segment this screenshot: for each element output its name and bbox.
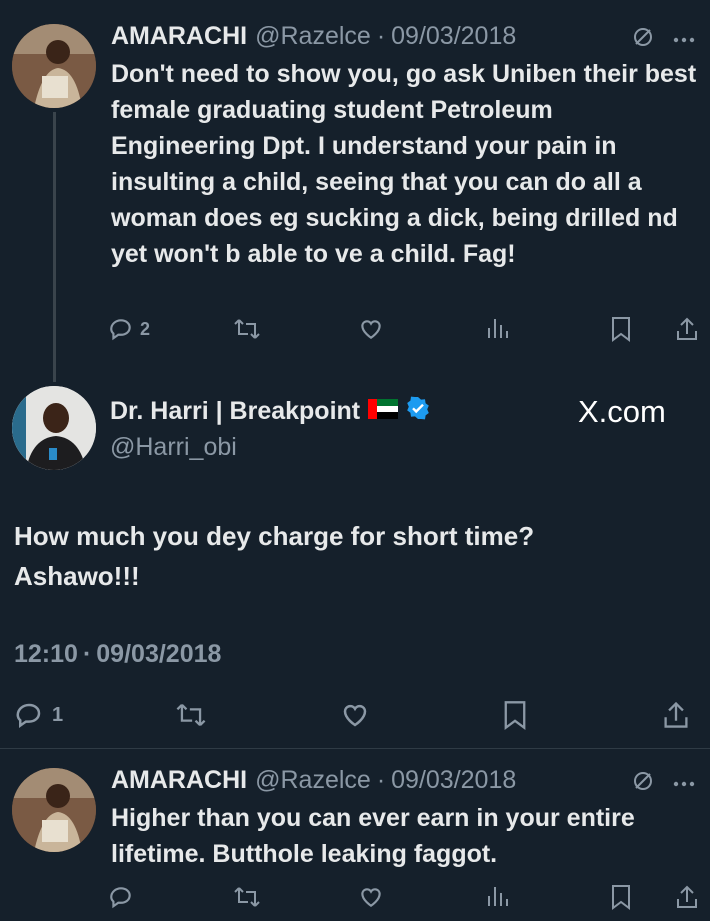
tweet3-date[interactable]: 09/03/2018 xyxy=(391,766,516,795)
reply-count: 2 xyxy=(140,318,151,339)
tweet3-top-actions xyxy=(632,770,696,797)
like-button[interactable] xyxy=(358,316,384,342)
tweet1-action-bar: 2 xyxy=(108,316,703,356)
reply-icon xyxy=(16,703,41,729)
tweet1-author-name[interactable]: AMARACHI xyxy=(111,22,247,51)
more-icon[interactable] xyxy=(672,775,696,793)
tweet1-header: AMARACHI @Razelce · 09/03/2018 xyxy=(111,22,516,51)
tweet3-text: Higher than you can ever earn in your en… xyxy=(111,804,635,868)
share-button[interactable] xyxy=(675,884,699,910)
divider xyxy=(0,748,710,749)
main-tweet-timestamp[interactable]: 12:10 · 09/03/2018 xyxy=(14,640,221,669)
reply-icon xyxy=(110,319,131,341)
flag-icon xyxy=(368,397,399,426)
main-tweet-action-bar: 1 xyxy=(14,700,704,740)
share-icon xyxy=(677,317,697,340)
grok-icon[interactable] xyxy=(632,26,654,53)
like-icon xyxy=(361,888,381,907)
reply-icon xyxy=(110,887,131,909)
tweet3-header: AMARACHI @Razelce · 09/03/2018 xyxy=(111,766,516,795)
views-icon xyxy=(488,887,508,906)
x-watermark: X.com xyxy=(578,394,666,429)
main-tweet-date: 09/03/2018 xyxy=(96,640,222,668)
bookmark-icon xyxy=(612,885,630,910)
main-tweet-text-line2: Ashawo!!! xyxy=(14,561,140,591)
tweet1-text: Don't need to show you, go ask Uniben th… xyxy=(111,60,697,268)
share-button[interactable] xyxy=(675,316,699,342)
separator-dot: · xyxy=(376,22,386,50)
share-icon xyxy=(677,885,697,908)
verified-badge-icon xyxy=(406,396,430,427)
reply-button[interactable]: 1 xyxy=(14,700,63,730)
tweet1-top-actions xyxy=(632,26,696,53)
separator-dot: · xyxy=(376,766,386,794)
retweet-icon xyxy=(234,887,260,907)
retweet-icon xyxy=(176,703,206,727)
views-icon xyxy=(488,319,508,338)
thread-connector-line xyxy=(53,112,56,382)
share-button[interactable] xyxy=(662,700,690,730)
tweet3-author-handle[interactable]: @Razelce xyxy=(255,766,371,795)
avatar-amarachi[interactable] xyxy=(12,24,96,108)
tweet1-date[interactable]: 09/03/2018 xyxy=(391,22,516,51)
retweet-button[interactable] xyxy=(174,700,208,730)
tweet1-author-handle[interactable]: @Razelce xyxy=(255,22,371,51)
reply-count: 1 xyxy=(52,703,64,726)
grok-icon[interactable] xyxy=(632,770,654,797)
views-button[interactable] xyxy=(486,316,508,340)
share-icon xyxy=(664,701,688,728)
like-icon xyxy=(361,320,381,339)
bookmark-button[interactable] xyxy=(610,316,632,342)
tweet-thread: AMARACHI @Razelce · 09/03/2018 Don't nee… xyxy=(0,0,710,921)
main-tweet-author-handle[interactable]: @Harri_obi xyxy=(110,433,237,462)
reply-button[interactable] xyxy=(108,884,134,910)
bookmark-icon xyxy=(504,701,526,730)
avatar-amarachi[interactable] xyxy=(12,768,96,852)
like-button[interactable] xyxy=(358,884,384,910)
retweet-button[interactable] xyxy=(232,884,262,910)
main-tweet-author: Dr. Harri | Breakpoint xyxy=(110,396,430,427)
reply-button[interactable]: 2 xyxy=(108,316,150,342)
avatar-harri[interactable] xyxy=(12,386,96,470)
bookmark-icon xyxy=(612,317,630,342)
more-icon[interactable] xyxy=(672,31,696,49)
like-icon xyxy=(343,704,367,727)
main-tweet-author-name[interactable]: Dr. Harri | Breakpoint xyxy=(110,397,360,426)
retweet-button[interactable] xyxy=(232,316,262,342)
main-tweet-time: 12:10 xyxy=(14,640,78,668)
tweet3-author-name[interactable]: AMARACHI xyxy=(111,766,247,795)
main-tweet-text-line1: How much you dey charge for short time? xyxy=(14,521,535,551)
views-button[interactable] xyxy=(486,884,508,908)
tweet3-action-bar xyxy=(108,884,703,921)
bookmark-button[interactable] xyxy=(610,884,632,910)
retweet-icon xyxy=(234,319,260,339)
like-button[interactable] xyxy=(340,700,370,730)
bookmark-button[interactable] xyxy=(502,700,528,730)
separator-dot: · xyxy=(82,640,92,668)
